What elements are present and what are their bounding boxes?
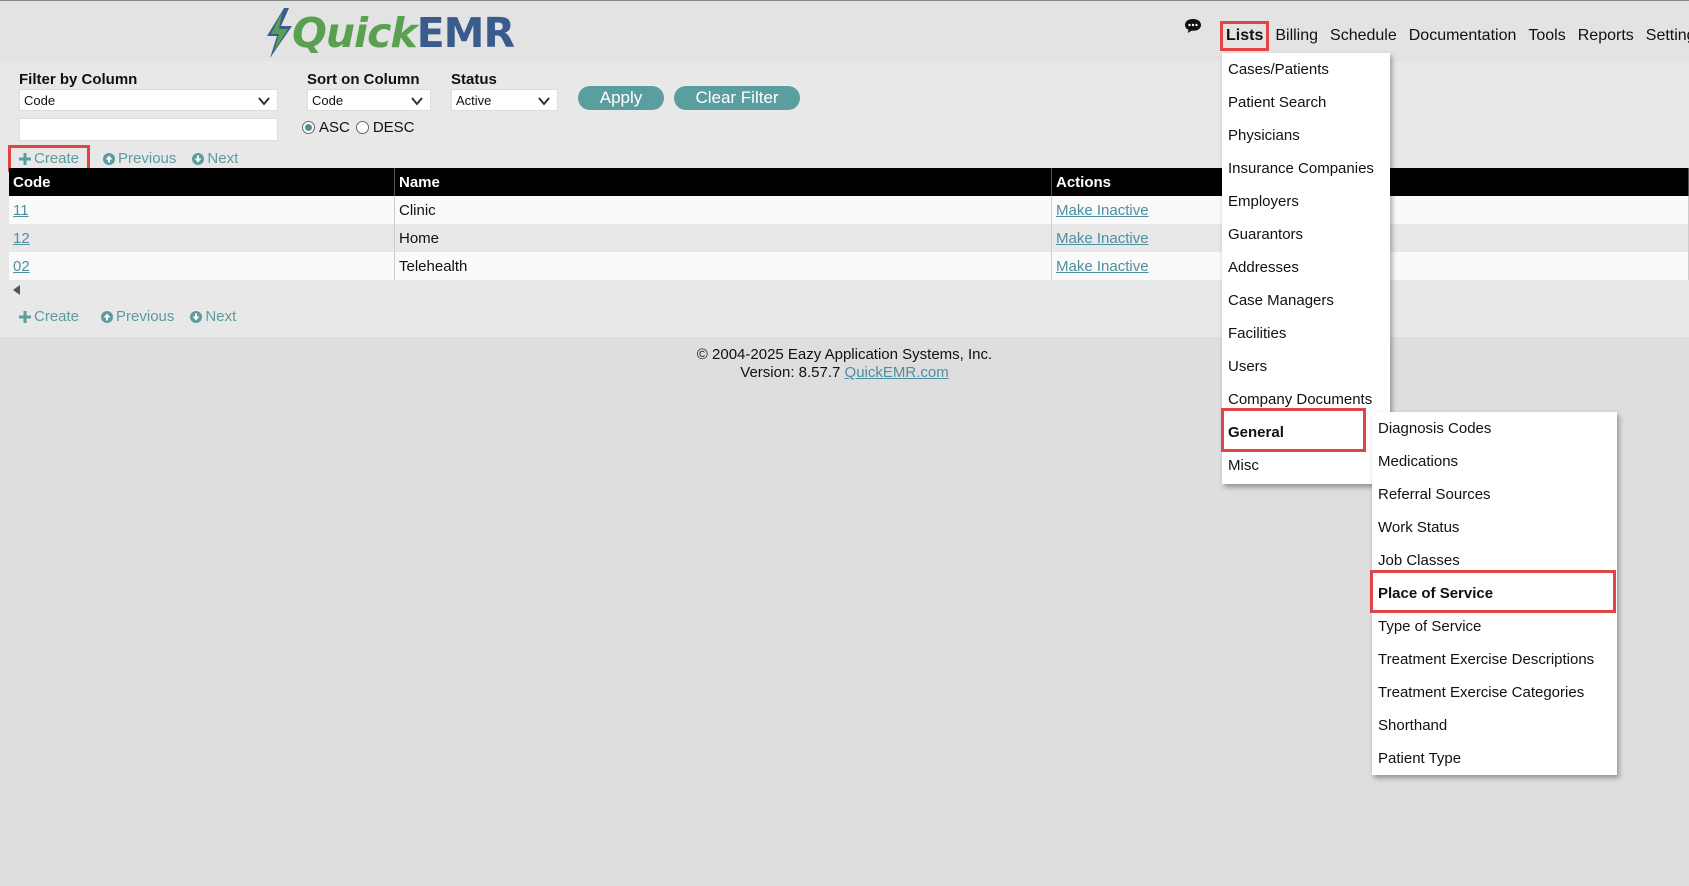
menu-item-employers[interactable]: Employers — [1228, 185, 1299, 218]
code-link[interactable]: 02 — [13, 258, 30, 275]
submenu-item-patient-type[interactable]: Patient Type — [1378, 742, 1461, 775]
clear-filter-button[interactable]: Clear Filter — [674, 86, 800, 110]
top-toolbar: Create Previous Next — [7, 145, 254, 172]
circle-up-arrow-icon — [103, 152, 116, 165]
make-inactive-link[interactable]: Make Inactive — [1056, 202, 1149, 219]
create-button[interactable]: Create — [19, 308, 79, 325]
chevron-down-icon — [258, 97, 270, 106]
filter-column-select[interactable]: Code — [19, 89, 278, 111]
table-row: 12 Home Make Inactive — [9, 224, 1689, 252]
main-nav: Lists Billing Schedule Documentation Too… — [1220, 21, 1689, 51]
asc-label: ASC — [319, 119, 350, 136]
sort-on-column-label: Sort on Column — [307, 71, 420, 88]
nav-settings[interactable]: Settings — [1640, 21, 1689, 51]
nav-documentation[interactable]: Documentation — [1403, 21, 1523, 51]
apply-button[interactable]: Apply — [578, 86, 664, 110]
copyright-text: © 2004-2025 Eazy Application Systems, In… — [696, 346, 993, 363]
asc-radio[interactable] — [302, 121, 315, 134]
next-button[interactable]: Next — [190, 308, 236, 325]
sort-order-group: ASC DESC — [302, 119, 415, 136]
submenu-item-type-of-service[interactable]: Type of Service — [1378, 610, 1481, 643]
menu-item-misc[interactable]: Misc — [1228, 449, 1259, 482]
name-cell: Clinic — [394, 196, 1052, 224]
code-link[interactable]: 11 — [13, 202, 29, 219]
submenu-item-treatment-exercise-descriptions[interactable]: Treatment Exercise Descriptions — [1378, 643, 1594, 676]
submenu-item-diagnosis-codes[interactable]: Diagnosis Codes — [1378, 412, 1491, 445]
nav-billing[interactable]: Billing — [1269, 21, 1324, 51]
version-text: Version: 8.57.7 — [740, 364, 841, 381]
nav-lists[interactable]: Lists — [1220, 21, 1270, 51]
menu-item-guarantors[interactable]: Guarantors — [1228, 218, 1303, 251]
filter-column-value: Code — [24, 93, 56, 108]
nav-tools[interactable]: Tools — [1522, 21, 1571, 51]
chevron-down-icon — [538, 97, 550, 106]
menu-item-users[interactable]: Users — [1228, 350, 1267, 383]
quickemr-site-link[interactable]: QuickEMR.com — [845, 364, 949, 381]
menu-item-insurance-companies[interactable]: Insurance Companies — [1228, 152, 1374, 185]
circle-down-arrow-icon — [190, 310, 203, 323]
chat-bubble-icon[interactable] — [1183, 16, 1203, 36]
submenu-item-shorthand[interactable]: Shorthand — [1378, 709, 1447, 742]
menu-item-physicians[interactable]: Physicians — [1228, 119, 1300, 152]
col-code[interactable]: Code — [9, 168, 395, 196]
menu-item-patient-search[interactable]: Patient Search — [1228, 86, 1326, 119]
quickemr-logo[interactable]: QuickEMR — [262, 7, 515, 59]
create-button[interactable]: Create — [7, 145, 91, 172]
next-button[interactable]: Next — [192, 150, 238, 167]
scroll-left-arrow-icon[interactable] — [13, 285, 20, 295]
code-link[interactable]: 12 — [13, 230, 30, 247]
desc-label: DESC — [372, 119, 415, 136]
table-row: 02 Telehealth Make Inactive — [9, 252, 1689, 280]
logo-text: QuickEMR — [292, 9, 515, 57]
table-row: 11 Clinic Make Inactive — [9, 196, 1689, 224]
make-inactive-link[interactable]: Make Inactive — [1056, 230, 1149, 247]
col-name[interactable]: Name — [394, 168, 1052, 196]
circle-up-arrow-icon — [101, 310, 114, 323]
sort-column-select[interactable]: Code — [307, 89, 431, 111]
name-cell: Home — [394, 224, 1052, 252]
nav-schedule[interactable]: Schedule — [1324, 21, 1403, 51]
desc-radio[interactable] — [355, 121, 369, 134]
submenu-item-medications[interactable]: Medications — [1378, 445, 1458, 478]
previous-button[interactable]: Previous — [101, 308, 174, 325]
submenu-item-treatment-exercise-categories[interactable]: Treatment Exercise Categories — [1378, 676, 1584, 709]
chevron-down-icon — [411, 97, 423, 106]
place-of-service-table: Code Name Actions 11 Clinic Make Inactiv… — [9, 168, 1689, 280]
submenu-item-referral-sources[interactable]: Referral Sources — [1378, 478, 1491, 511]
menu-item-addresses[interactable]: Addresses — [1228, 251, 1299, 284]
plus-icon — [19, 310, 31, 323]
place-of-service-highlight — [1370, 570, 1616, 613]
filter-by-column-label: Filter by Column — [19, 71, 138, 88]
footer: © 2004-2025 Eazy Application Systems, In… — [0, 346, 1689, 382]
lightning-bolt-icon — [267, 8, 292, 58]
status-select[interactable]: Active — [451, 89, 558, 111]
plus-icon — [19, 152, 31, 165]
top-bar: QuickEMR Lists Billing Schedule Document… — [0, 0, 1689, 61]
sort-column-value: Code — [312, 93, 344, 108]
nav-reports[interactable]: Reports — [1572, 21, 1640, 51]
menu-item-facilities[interactable]: Facilities — [1228, 317, 1286, 350]
bottom-toolbar: Create Previous Next — [19, 308, 252, 325]
status-label: Status — [451, 71, 497, 88]
circle-down-arrow-icon — [192, 152, 205, 165]
menu-item-cases-patients[interactable]: Cases/Patients — [1228, 53, 1329, 86]
name-cell: Telehealth — [394, 252, 1052, 280]
filter-text-input[interactable] — [19, 118, 278, 141]
submenu-item-work-status[interactable]: Work Status — [1378, 511, 1459, 544]
make-inactive-link[interactable]: Make Inactive — [1056, 258, 1149, 275]
menu-item-case-managers[interactable]: Case Managers — [1228, 284, 1334, 317]
general-highlight — [1221, 408, 1366, 452]
table-header: Code Name Actions — [9, 168, 1689, 196]
status-value: Active — [456, 93, 492, 108]
version-line: Version: 8.57.7 QuickEMR.com — [0, 364, 1689, 382]
previous-button[interactable]: Previous — [103, 150, 176, 167]
